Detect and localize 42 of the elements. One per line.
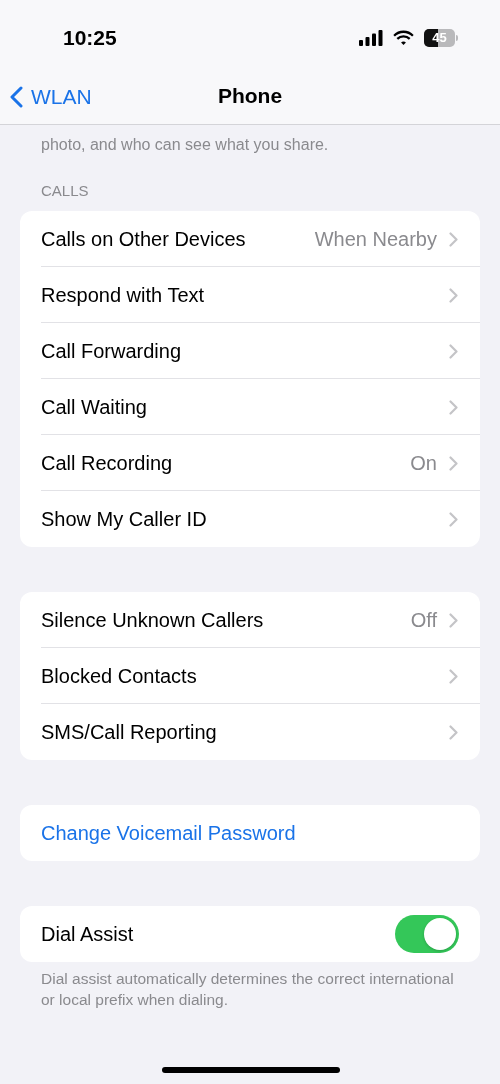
settings-row[interactable]: SMS/Call Reporting — [20, 704, 480, 760]
row-label: Show My Caller ID — [41, 507, 208, 531]
chevron-icon — [449, 343, 458, 359]
row-label: Silence Unknown Callers — [41, 608, 265, 632]
settings-row[interactable]: Silence Unknown Callers Off — [20, 592, 480, 648]
section-footer: Dial assist automatically determines the correct international or local prefix when dialing. — [0, 962, 500, 1010]
settings-row[interactable]: Respond with Text — [20, 267, 480, 323]
settings-row[interactable]: Calls on Other Devices When Nearby — [20, 211, 480, 267]
settings-row[interactable]: Show My Caller ID — [20, 491, 480, 547]
chevron-icon — [449, 724, 458, 740]
row-value: When Nearby — [314, 227, 437, 251]
row-label: Call Recording — [41, 451, 174, 475]
section-header: CALLS — [40, 181, 90, 201]
chevron-icon — [449, 287, 458, 303]
intro-text: photo, and who can see what you share. — [40, 135, 330, 155]
row-label: Respond with Text — [41, 283, 206, 307]
signal-icon — [359, 29, 383, 46]
row-label: SMS/Call Reporting — [41, 720, 218, 744]
settings-row[interactable]: Call Waiting — [20, 379, 480, 435]
settings-row[interactable]: Call Recording On — [20, 435, 480, 491]
chevron-icon — [449, 399, 458, 415]
status-time: 10:25 — [63, 25, 117, 50]
settings-row[interactable]: Blocked Contacts — [20, 648, 480, 704]
back-chevron-icon — [10, 86, 23, 108]
row-label: Call Waiting — [41, 395, 148, 419]
wifi-icon — [393, 29, 414, 46]
chevron-icon — [449, 612, 458, 628]
row-label: Call Forwarding — [41, 339, 183, 363]
back-button[interactable]: WLAN — [10, 83, 92, 111]
row-value: On — [410, 451, 437, 475]
row-value: Off — [410, 608, 437, 632]
row-label: Blocked Contacts — [41, 664, 198, 688]
toggle-switch[interactable] — [395, 915, 459, 953]
row-label: Dial Assist — [41, 922, 135, 946]
voicemail-password-link[interactable]: Change Voicemail Password — [41, 821, 296, 845]
row-label: Calls on Other Devices — [41, 227, 247, 251]
settings-row[interactable]: Call Forwarding — [20, 323, 480, 379]
chevron-icon — [449, 668, 458, 684]
screen-title: Phone — [217, 83, 283, 109]
chevron-icon — [449, 511, 458, 527]
chevron-icon — [449, 455, 458, 471]
chevron-icon — [449, 231, 458, 247]
